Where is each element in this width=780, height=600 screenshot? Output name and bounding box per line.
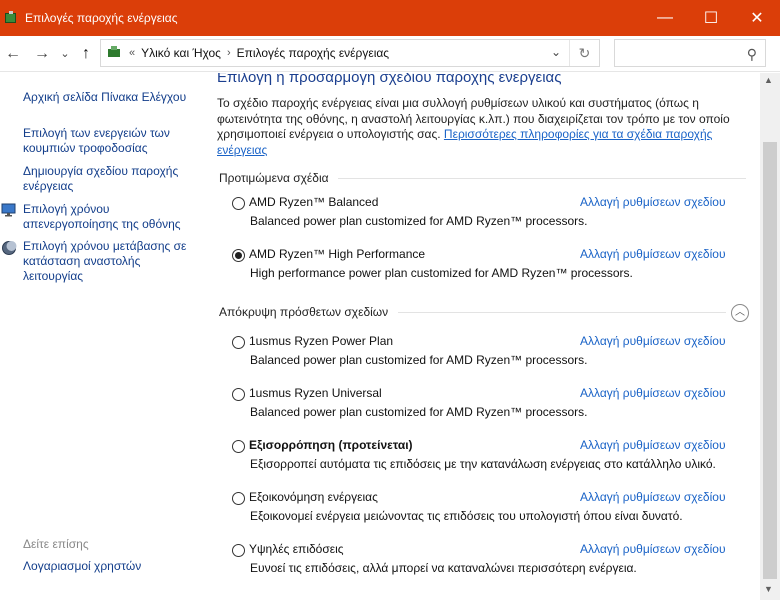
- plan-radio-selected[interactable]: [232, 249, 245, 262]
- page-title: Επιλογή ή προσαρμογή σχεδίου παροχής ενέ…: [217, 73, 562, 86]
- sidebar: Αρχική σελίδα Πίνακα Ελέγχου Επιλογή των…: [0, 73, 200, 600]
- recent-locations-icon[interactable]: ⌄: [58, 44, 72, 64]
- overflow-icon[interactable]: «: [129, 47, 135, 59]
- control-panel-icon: [107, 45, 123, 61]
- close-button[interactable]: ✕: [734, 0, 780, 36]
- power-options-icon: [3, 10, 19, 26]
- sidebar-item-power-buttons[interactable]: Επιλογή των ενεργειών των κουμπιών τροφο…: [23, 126, 193, 156]
- breadcrumb-hardware-sound[interactable]: Υλικό και Ήχος: [141, 46, 221, 60]
- plan-description: High performance power plan customized f…: [250, 266, 633, 280]
- minimize-button[interactable]: —: [642, 0, 688, 36]
- section-preferred-title: Προτιμώμενα σχέδια: [219, 171, 329, 185]
- sidebar-item-user-accounts[interactable]: Λογαριασμοί χρηστών: [23, 559, 141, 574]
- collapse-icon[interactable]: ︿: [731, 304, 749, 322]
- plan-name[interactable]: 1usmus Ryzen Universal: [249, 386, 382, 400]
- see-also-label: Δείτε επίσης: [23, 537, 89, 551]
- change-plan-settings-link[interactable]: Αλλαγή ρυθμίσεων σχεδίου: [580, 438, 726, 452]
- plan-radio[interactable]: [232, 440, 245, 453]
- refresh-icon[interactable]: ↻: [569, 40, 599, 66]
- plan-name[interactable]: Εξοικονόμηση ενέργειας: [249, 490, 378, 504]
- plan-description: Εξοικονομεί ενέργεια μειώνοντας τις επιδ…: [250, 509, 683, 523]
- plan-name[interactable]: Υψηλές επιδόσεις: [249, 542, 344, 556]
- plan-radio[interactable]: [232, 336, 245, 349]
- sidebar-item-sleep-time[interactable]: Επιλογή χρόνου μετάβασης σε κατάσταση αν…: [23, 239, 198, 284]
- sidebar-item-create-plan[interactable]: Δημιουργία σχεδίου παροχής ενέργειας: [23, 164, 193, 194]
- scroll-down-icon[interactable]: ▼: [764, 584, 773, 594]
- section-hidden-title[interactable]: Απόκρυψη πρόσθετων σχεδίων: [219, 305, 388, 319]
- sidebar-item-control-panel-home[interactable]: Αρχική σελίδα Πίνακα Ελέγχου: [23, 90, 193, 105]
- change-plan-settings-link[interactable]: Αλλαγή ρυθμίσεων σχεδίου: [580, 334, 726, 348]
- breadcrumb-separator-icon[interactable]: ›: [227, 47, 231, 59]
- plan-name[interactable]: Εξισορρόπηση (προτείνεται): [249, 438, 413, 452]
- window-title: Επιλογές παροχής ενέργειας: [25, 11, 178, 25]
- plan-description: Ευνοεί τις επιδόσεις, αλλά μπορεί να κατ…: [250, 561, 637, 575]
- plan-radio[interactable]: [232, 197, 245, 210]
- plan-radio[interactable]: [232, 492, 245, 505]
- navigation-bar: ← → ⌄ ↑ « Υλικό και Ήχος › Επιλογές παρο…: [0, 36, 780, 72]
- title-bar[interactable]: Επιλογές παροχής ενέργειας — ☐ ✕: [0, 0, 780, 36]
- section-divider: [398, 312, 726, 313]
- main-content: Επιλογή ή προσαρμογή σχεδίου παροχής ενέ…: [200, 73, 760, 600]
- plan-name[interactable]: 1usmus Ryzen Power Plan: [249, 334, 393, 348]
- change-plan-settings-link[interactable]: Αλλαγή ρυθμίσεων σχεδίου: [580, 542, 726, 556]
- plan-name[interactable]: AMD Ryzen™ Balanced: [249, 195, 378, 209]
- search-icon[interactable]: ⚲: [747, 46, 757, 63]
- change-plan-settings-link[interactable]: Αλλαγή ρυθμίσεων σχεδίου: [580, 247, 726, 261]
- back-icon[interactable]: ←: [3, 44, 23, 64]
- breadcrumb-power-options[interactable]: Επιλογές παροχής ενέργειας: [237, 46, 389, 60]
- sidebar-item-display-off[interactable]: Επιλογή χρόνου απενεργοποίησης της οθόνη…: [23, 202, 193, 232]
- change-plan-settings-link[interactable]: Αλλαγή ρυθμίσεων σχεδίου: [580, 386, 726, 400]
- scroll-thumb[interactable]: [763, 142, 777, 579]
- address-bar[interactable]: « Υλικό και Ήχος › Επιλογές παροχής ενέρ…: [100, 39, 600, 67]
- section-divider: [338, 178, 746, 179]
- power-options-window: Επιλογές παροχής ενέργειας — ☐ ✕ ← → ⌄ ↑…: [0, 0, 780, 600]
- plan-description: Balanced power plan customized for AMD R…: [250, 405, 588, 419]
- vertical-scrollbar[interactable]: ▲ ▼: [760, 73, 780, 600]
- plan-description: Balanced power plan customized for AMD R…: [250, 214, 588, 228]
- intro-text: Το σχέδιο παροχής ενέργειας είναι μια συ…: [217, 96, 747, 158]
- plan-description: Balanced power plan customized for AMD R…: [250, 353, 588, 367]
- monitor-icon: [1, 203, 16, 217]
- forward-icon[interactable]: →: [32, 44, 52, 64]
- change-plan-settings-link[interactable]: Αλλαγή ρυθμίσεων σχεδίου: [580, 195, 726, 209]
- plan-name[interactable]: AMD Ryzen™ High Performance: [249, 247, 425, 261]
- moon-icon: [2, 241, 17, 255]
- search-input[interactable]: ⚲: [614, 39, 766, 67]
- maximize-button[interactable]: ☐: [688, 0, 734, 36]
- up-icon[interactable]: ↑: [76, 44, 96, 64]
- plan-radio[interactable]: [232, 388, 245, 401]
- change-plan-settings-link[interactable]: Αλλαγή ρυθμίσεων σχεδίου: [580, 490, 726, 504]
- plan-radio[interactable]: [232, 544, 245, 557]
- scroll-up-icon[interactable]: ▲: [764, 75, 773, 85]
- address-dropdown-icon[interactable]: ⌄: [551, 45, 561, 59]
- plan-description: Εξισορροπεί αυτόματα τις επιδόσεις με τη…: [250, 457, 716, 471]
